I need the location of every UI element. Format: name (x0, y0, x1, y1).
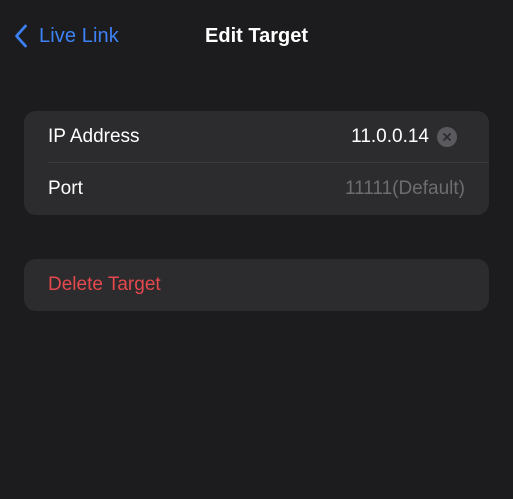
ip-address-label: IP Address (48, 126, 140, 147)
ip-address-row[interactable]: IP Address 11.0.0.14 (24, 111, 489, 163)
ip-address-field[interactable]: 11.0.0.14 (351, 126, 465, 148)
delete-group: Delete Target (24, 259, 489, 311)
page-title: Edit Target (205, 25, 308, 47)
target-settings-group: IP Address 11.0.0.14 Port 11111(Default) (24, 111, 489, 215)
port-field[interactable]: 11111(Default) (345, 178, 465, 200)
port-row[interactable]: Port 11111(Default) (24, 163, 489, 215)
navigation-bar: Live Link Edit Target (0, 0, 513, 70)
port-input[interactable]: 11111(Default) (345, 178, 465, 200)
delete-target-button[interactable]: Delete Target (24, 259, 489, 311)
port-label: Port (48, 178, 83, 199)
clear-icon[interactable] (437, 127, 457, 147)
ip-address-value[interactable]: 11.0.0.14 (351, 126, 429, 148)
